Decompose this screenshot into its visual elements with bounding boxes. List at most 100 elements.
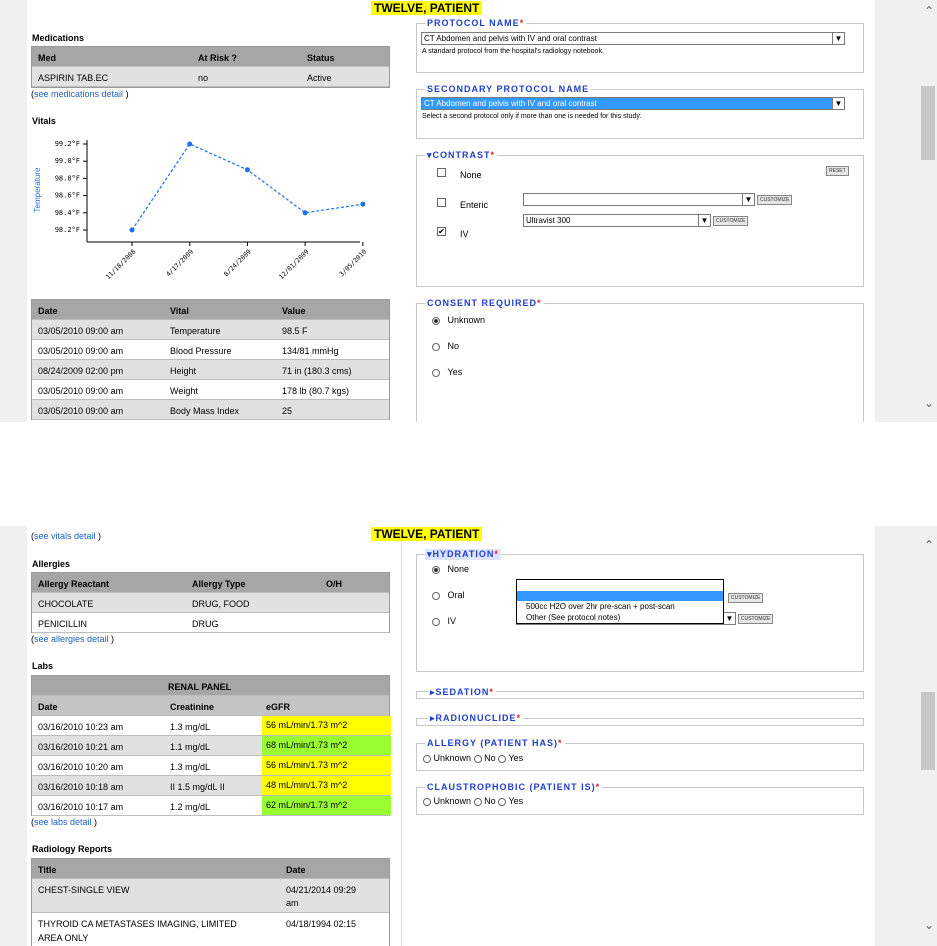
vital-name: Blood Pressure xyxy=(170,346,232,356)
allergy-yes-radio[interactable] xyxy=(498,754,507,763)
sedation-legend[interactable]: ▸SEDATION* xyxy=(428,687,496,698)
contrast-reset-button[interactable]: RESET xyxy=(826,166,849,176)
radio[interactable] xyxy=(432,617,440,626)
temperature-series-line xyxy=(131,143,363,231)
table-row[interactable]: 03/16/2010 10:23 am 1.3 mg/dL 56 mL/min/1.… xyxy=(32,716,391,736)
data-point xyxy=(302,210,308,216)
table-row[interactable]: PENICILLIN DRUG xyxy=(32,613,389,633)
radio[interactable] xyxy=(432,368,440,377)
scroll-down-icon[interactable]: ⌄ xyxy=(924,918,934,932)
radiology-table: Title Date CHEST-SINGLE VIEW 04/21/2014 … xyxy=(31,858,390,946)
consent-yes-option[interactable]: Yes xyxy=(432,367,462,377)
vital-name: Body Mass Index xyxy=(170,406,240,416)
dropdown-option[interactable] xyxy=(517,580,723,591)
protocol-name-select[interactable]: CT Abdomen and pelvis with IV and oral c… xyxy=(421,32,845,45)
vitals-detail-link-wrap: (see vitals detail ) xyxy=(31,531,102,541)
table-row[interactable]: 03/16/2010 10:17 am 1.2 mg/dL 62 mL/min/1.… xyxy=(32,796,391,816)
protocol-name-help: A standard protocol from the hospital's … xyxy=(422,48,604,55)
vital-date: 03/05/2010 09:00 am xyxy=(38,386,124,396)
hydration-none-option[interactable]: None xyxy=(432,564,469,574)
y-tick-label: 98.2°F xyxy=(55,226,80,234)
scroll-down-icon[interactable]: ⌄ xyxy=(924,396,934,410)
iv-customize-button[interactable]: CUSTOMIZE xyxy=(738,614,774,624)
table-row[interactable]: ASPIRIN TAB.EC no Active xyxy=(32,67,389,87)
vital-value: 98.5 F xyxy=(282,326,308,336)
table-row[interactable]: 03/05/2010 09:00 am Body Mass Index 25 xyxy=(32,400,389,420)
dropdown-option[interactable]: 500cc H2O over 2hr pre-scan + post-scan xyxy=(517,601,723,612)
radio[interactable] xyxy=(432,591,440,600)
table-row[interactable]: CHEST-SINGLE VIEW 04/21/2014 09:29 am xyxy=(32,879,389,913)
radionuclide-legend[interactable]: ▸RADIONUCLIDE* xyxy=(428,713,524,724)
medications-detail-link[interactable]: see medications detail xyxy=(34,89,123,99)
allergy-radio-group[interactable]: Unknown No Yes xyxy=(423,753,523,763)
table-row[interactable]: 03/05/2010 09:00 am Weight 178 lb (80.7 kg… xyxy=(32,380,389,400)
table-row[interactable]: 03/05/2010 09:00 am Blood Pressure 134/81 … xyxy=(32,340,389,360)
vitals-detail-link[interactable]: see vitals detail xyxy=(34,531,96,541)
consent-no-option[interactable]: No xyxy=(432,341,459,351)
vital-value: 178 lb (80.7 kgs) xyxy=(282,386,350,396)
contrast-enteric-checkbox[interactable] xyxy=(437,198,446,207)
data-point xyxy=(187,141,193,147)
data-point xyxy=(129,227,135,233)
lab-creatinine: II 1.5 mg/dL II xyxy=(170,782,225,792)
enteric-agent-select[interactable]: ▼ xyxy=(523,193,755,206)
chevron-down-icon: ▼ xyxy=(742,194,754,205)
iv-agent-select[interactable]: Ultravist 300 ▼ xyxy=(523,214,711,227)
labs-detail-link[interactable]: see labs detail xyxy=(34,817,92,827)
claustro-no-radio[interactable] xyxy=(473,797,482,806)
lab-creatinine: 1.1 mg/dL xyxy=(170,742,211,752)
claustrophobic-radio-group[interactable]: Unknown No Yes xyxy=(423,796,523,806)
col-date: Date xyxy=(286,865,306,875)
hydration-legend[interactable]: ▾HYDRATION* xyxy=(425,549,501,560)
scroll-thumb[interactable] xyxy=(921,692,935,770)
col-at-risk: At Risk ? xyxy=(198,53,238,63)
allergy-reactant: CHOCOLATE xyxy=(38,599,94,609)
consent-unknown-option[interactable]: Unknown xyxy=(432,315,485,325)
bottom-scrollbar[interactable]: ⌃ ⌄ xyxy=(917,526,937,946)
x-tick-label: 12/01/2009 xyxy=(277,248,310,281)
scroll-up-icon[interactable]: ⌃ xyxy=(924,538,934,552)
radio-selected[interactable] xyxy=(432,316,440,325)
hydration-oral-option[interactable]: Oral xyxy=(432,590,465,600)
secondary-protocol-select[interactable]: CT Abdomen and pelvis with IV and oral c… xyxy=(421,97,845,110)
table-row[interactable]: 03/16/2010 10:18 am II 1.5 mg/dL II 48 mL/… xyxy=(32,776,391,796)
dropdown-option[interactable]: Other (See protocol notes) xyxy=(517,612,723,623)
table-row[interactable]: 08/24/2009 02:00 pm Height 71 in (180.3 cm… xyxy=(32,360,389,380)
col-creatinine: Creatinine xyxy=(170,702,215,712)
claustro-yes-radio[interactable] xyxy=(498,797,507,806)
scroll-thumb[interactable] xyxy=(921,86,935,160)
table-row[interactable]: 03/16/2010 10:21 am 1.1 mg/dL 68 mL/min/1.… xyxy=(32,736,391,756)
claustro-unknown-radio[interactable] xyxy=(423,797,431,806)
hydration-dropdown-list[interactable]: 500cc H2O over 2hr pre-scan + post-scan … xyxy=(516,579,724,624)
lab-creatinine: 1.3 mg/dL xyxy=(170,722,211,732)
table-row[interactable]: THYROID CA METASTASES IMAGING, LIMITED A… xyxy=(32,913,389,946)
scroll-up-icon[interactable]: ⌃ xyxy=(924,4,934,18)
allergies-detail-link[interactable]: see allergies detail xyxy=(34,634,109,644)
chevron-down-icon: ▼ xyxy=(832,33,844,44)
med-at-risk: no xyxy=(198,73,209,83)
col-title: Title xyxy=(38,865,57,875)
oral-customize-button[interactable]: CUSTOMIZE xyxy=(728,593,764,603)
top-pane: TWELVE, PATIENT Medications Med At Risk … xyxy=(0,0,937,422)
top-scrollbar[interactable]: ⌃ ⌄ xyxy=(917,0,937,422)
radio-selected[interactable] xyxy=(432,565,440,574)
dropdown-option-highlighted[interactable] xyxy=(517,591,723,601)
col-type: Allergy Type xyxy=(192,579,246,589)
contrast-legend[interactable]: ▾CONTRAST* xyxy=(425,150,498,161)
radiology-title: Radiology Reports xyxy=(32,844,113,854)
table-row[interactable]: CHOCOLATE DRUG, FOOD xyxy=(32,593,389,613)
hydration-iv-option[interactable]: IV xyxy=(432,616,456,626)
table-row[interactable]: 03/05/2010 09:00 am Temperature 98.5 F xyxy=(32,320,389,340)
contrast-enteric-label: Enteric xyxy=(460,200,489,210)
contrast-none-checkbox[interactable] xyxy=(437,168,446,177)
iv-customize-button[interactable]: CUSTOMIZE xyxy=(713,216,749,226)
allergy-no-radio[interactable] xyxy=(473,754,482,763)
vital-date: 03/05/2010 09:00 am xyxy=(38,406,124,416)
contrast-iv-checkbox[interactable]: ✔ xyxy=(437,227,446,236)
allergies-title: Allergies xyxy=(32,559,71,569)
allergy-unknown-radio[interactable] xyxy=(423,754,431,763)
radio[interactable] xyxy=(432,342,440,351)
enteric-customize-button[interactable]: CUSTOMIZE xyxy=(757,195,793,205)
table-row[interactable]: 03/16/2010 10:20 am 1.3 mg/dL 56 mL/min/1.… xyxy=(32,756,391,776)
lab-creatinine: 1.3 mg/dL xyxy=(170,762,211,772)
